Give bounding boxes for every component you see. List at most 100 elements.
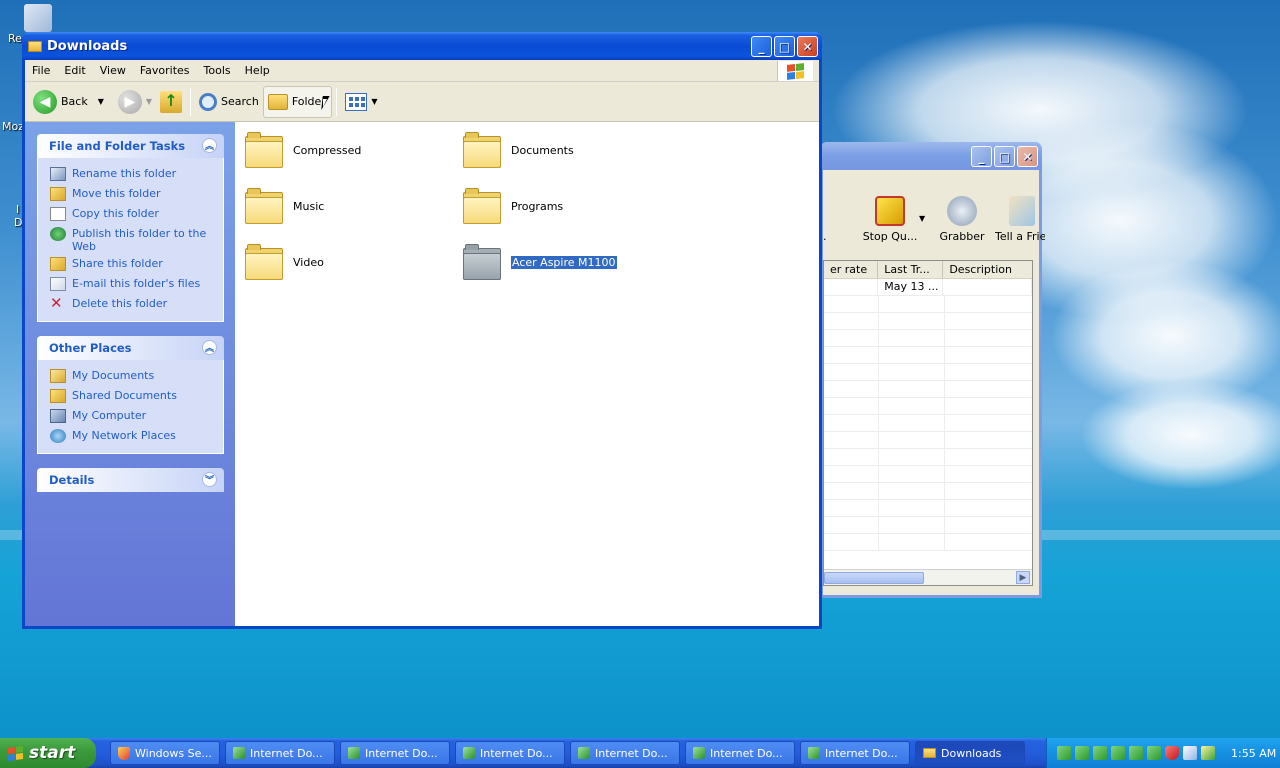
menu-edit[interactable]: Edit (57, 64, 92, 77)
menu-tools[interactable]: Tools (197, 64, 238, 77)
panel-header[interactable]: Other Places ︽ (37, 336, 224, 360)
collapse-chevron-icon[interactable]: ︽ (202, 138, 217, 153)
folder-item[interactable]: Video (245, 244, 324, 280)
idm-tray-icon[interactable] (1129, 746, 1143, 760)
list-row[interactable] (824, 449, 1032, 466)
stop-queue-button[interactable]: Stop Qu... (855, 196, 925, 243)
folder-item[interactable]: Documents (463, 132, 574, 168)
folder-item[interactable]: Programs (463, 188, 563, 224)
taskbar-button-idm[interactable]: Internet Do... (340, 741, 450, 765)
grabber-button[interactable]: Grabber (935, 196, 989, 243)
column-header[interactable]: er rate (824, 261, 879, 278)
network-icon[interactable] (1183, 746, 1197, 760)
shared-documents-link[interactable]: Shared Documents (50, 387, 223, 407)
folder-item-selected[interactable]: Acer Aspire M1100 (463, 244, 618, 280)
list-row[interactable] (824, 398, 1032, 415)
idm-tray-icon[interactable] (1147, 746, 1161, 760)
list-row[interactable]: May 13 ... (824, 279, 1032, 296)
folder-item[interactable]: Compressed (245, 132, 361, 168)
my-documents-link[interactable]: My Documents (50, 367, 223, 387)
list-row[interactable] (824, 483, 1032, 500)
list-row[interactable] (824, 313, 1032, 330)
close-button[interactable]: ✕ (797, 36, 818, 57)
back-button[interactable]: ◀ Back ▼ (29, 86, 108, 118)
list-row[interactable] (824, 330, 1032, 347)
list-row[interactable] (824, 500, 1032, 517)
collapse-chevron-icon[interactable]: ︽ (202, 340, 217, 355)
delete-folder-link[interactable]: ✕ Delete this folder (50, 295, 223, 315)
taskbar-button-idm[interactable]: Internet Do... (455, 741, 565, 765)
scroll-right-icon[interactable]: ▶ (1016, 571, 1030, 584)
minimize-button[interactable]: _ (751, 36, 772, 57)
menu-file[interactable]: File (25, 64, 57, 77)
maximize-button[interactable]: □ (994, 146, 1015, 167)
folder-item[interactable]: Music (245, 188, 324, 224)
forward-button[interactable]: ▶ ▼ (114, 86, 156, 118)
views-dropdown-icon[interactable]: ▼ (371, 97, 377, 106)
my-network-places-link[interactable]: My Network Places (50, 427, 223, 447)
forward-dropdown-icon[interactable]: ▼ (146, 97, 152, 106)
list-row[interactable] (824, 517, 1032, 534)
idm-tray-icon[interactable] (1075, 746, 1089, 760)
back-arrow-icon: ◀ (33, 89, 57, 114)
menu-favorites[interactable]: Favorites (133, 64, 197, 77)
views-button[interactable]: ▼ (341, 86, 381, 118)
list-row[interactable] (824, 415, 1032, 432)
move-folder-link[interactable]: Move this folder (50, 185, 223, 205)
list-row[interactable] (824, 347, 1032, 364)
idm-tray-icon[interactable] (1057, 746, 1071, 760)
file-list[interactable]: Compressed Documents Music Programs Vide… (235, 122, 819, 626)
minimize-button[interactable]: _ (971, 146, 992, 167)
task-pane: File and Folder Tasks ︽ Rename this fold… (25, 122, 235, 626)
idm-tray-icon[interactable] (1093, 746, 1107, 760)
my-computer-link[interactable]: My Computer (50, 407, 223, 427)
scrollbar-thumb[interactable] (824, 572, 924, 584)
up-folder-button[interactable]: ↑ (156, 86, 186, 118)
desktop-icon-label[interactable]: I (16, 203, 19, 216)
back-dropdown-icon[interactable]: ▼ (98, 97, 104, 106)
download-manager-window[interactable]: _ □ ✕ . Stop Qu... ▼ Grabber Tell a Frie… (820, 142, 1045, 598)
panel-header[interactable]: File and Folder Tasks ︽ (37, 134, 224, 158)
taskbar-button-idm[interactable]: Internet Do... (800, 741, 910, 765)
taskbar-button-idm[interactable]: Internet Do... (685, 741, 795, 765)
column-header[interactable]: Description (943, 261, 1032, 278)
close-button[interactable]: ✕ (1017, 146, 1038, 167)
list-row[interactable] (824, 432, 1032, 449)
taskbar-button-downloads[interactable]: Downloads (915, 741, 1025, 765)
idm-tray-icon[interactable] (1111, 746, 1125, 760)
publish-folder-link[interactable]: Publish this folder to the Web (50, 225, 223, 255)
rename-folder-link[interactable]: Rename this folder (50, 165, 223, 185)
search-button[interactable]: Search (195, 86, 263, 118)
email-files-link[interactable]: E-mail this folder's files (50, 275, 223, 295)
start-button[interactable]: start (0, 738, 96, 768)
clock[interactable]: 1:55 AM (1231, 747, 1276, 760)
explorer-toolbar: ◀ Back ▼ ▶ ▼ ↑ Search Folde ▼ (25, 82, 819, 122)
download-manager-titlebar[interactable]: _ □ ✕ (820, 142, 1042, 170)
menu-view[interactable]: View (93, 64, 133, 77)
list-row[interactable] (824, 466, 1032, 483)
taskbar-button-security[interactable]: Windows Se... (110, 741, 220, 765)
panel-header[interactable]: Details ︾ (37, 468, 224, 492)
column-header[interactable]: Last Tr... (878, 261, 944, 278)
expand-chevron-icon[interactable]: ︾ (202, 472, 217, 487)
list-row[interactable] (824, 296, 1032, 313)
copy-folder-link[interactable]: Copy this folder (50, 205, 223, 225)
download-list[interactable]: er rate Last Tr... Description May 13 ..… (823, 260, 1033, 586)
stop-queue-dropdown-icon[interactable]: ▼ (919, 214, 925, 223)
taskbar-button-idm[interactable]: Internet Do... (570, 741, 680, 765)
desktop-icon-label[interactable]: Moz (2, 120, 24, 133)
list-row[interactable] (824, 364, 1032, 381)
explorer-titlebar[interactable]: Downloads _ □ ✕ (22, 32, 822, 60)
explorer-window[interactable]: Downloads _ □ ✕ File Edit View Favorites… (22, 32, 822, 629)
horizontal-scrollbar[interactable]: ▶ (824, 569, 1032, 585)
taskbar-button-idm[interactable]: Internet Do... (225, 741, 335, 765)
system-tray: 1:55 AM (1046, 738, 1280, 768)
security-shield-icon[interactable] (1165, 746, 1179, 760)
share-folder-link[interactable]: Share this folder (50, 255, 223, 275)
menu-help[interactable]: Help (238, 64, 277, 77)
maximize-button[interactable]: □ (774, 36, 795, 57)
list-row[interactable] (824, 534, 1032, 551)
tell-friend-button[interactable]: Tell a Frie (995, 196, 1045, 243)
list-row[interactable] (824, 381, 1032, 398)
update-icon[interactable] (1201, 746, 1215, 760)
